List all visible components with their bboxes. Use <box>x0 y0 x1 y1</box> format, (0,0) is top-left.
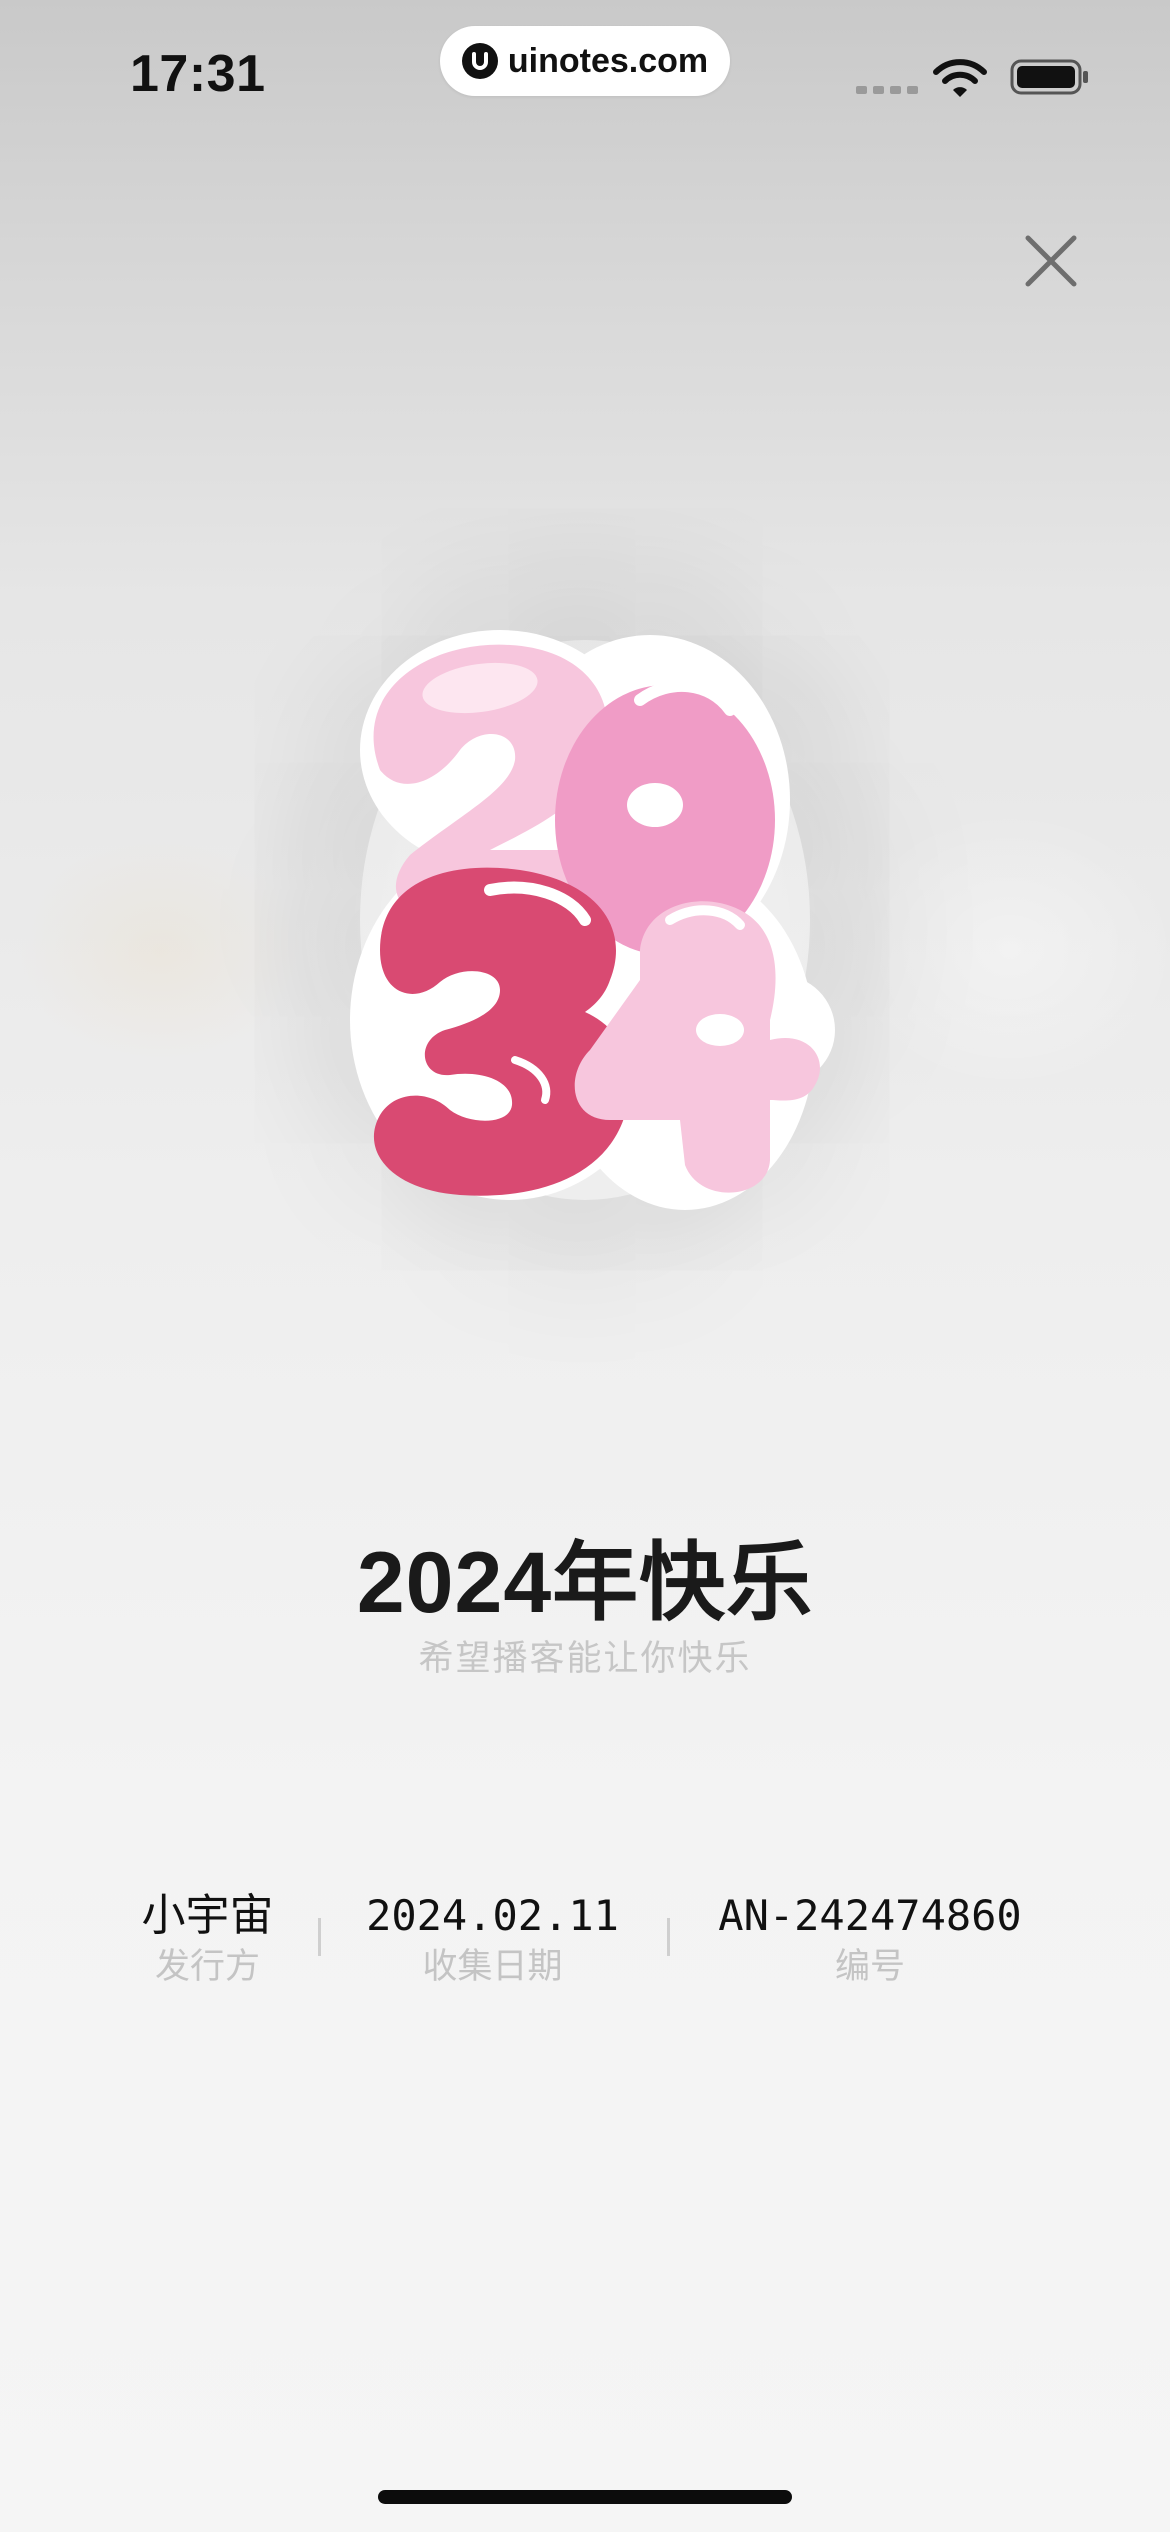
date-info: 2024.02.11 收集日期 <box>355 1888 630 1990</box>
url-pill[interactable]: uinotes.com <box>440 26 730 96</box>
wifi-icon <box>933 59 987 97</box>
signal-icon <box>856 86 918 94</box>
id-value: AN-242474860 <box>718 1891 1022 1940</box>
divider <box>318 1918 321 1956</box>
status-time: 17:31 <box>130 45 266 103</box>
date-value: 2024.02.11 <box>366 1891 619 1940</box>
battery-icon <box>1010 59 1088 95</box>
publisher-info: 小宇宙 发行方 <box>130 1888 285 1990</box>
id-label: 编号 <box>834 1947 905 1986</box>
close-icon <box>1025 235 1077 287</box>
card-title: 2024年快乐 <box>356 1535 814 1631</box>
close-button[interactable] <box>1018 228 1084 294</box>
sticker-detail-screen: 17:31 uinotes.com 2024年快乐 希望播客能让你快乐 小宇宙 … <box>0 0 1170 2532</box>
home-indicator[interactable] <box>378 2490 792 2504</box>
publisher-value: 小宇宙 <box>141 1891 274 1940</box>
background-glow <box>0 0 1170 2532</box>
url-text: uinotes.com <box>507 41 709 80</box>
divider <box>667 1918 670 1956</box>
sticker-2024-image <box>350 630 835 1210</box>
site-logo-icon <box>461 43 498 79</box>
id-info: AN-242474860 编号 <box>700 1888 1040 1990</box>
date-label: 收集日期 <box>422 1947 563 1986</box>
publisher-label: 发行方 <box>154 1947 260 1986</box>
card-subtitle: 希望播客能让你快乐 <box>418 1639 752 1678</box>
